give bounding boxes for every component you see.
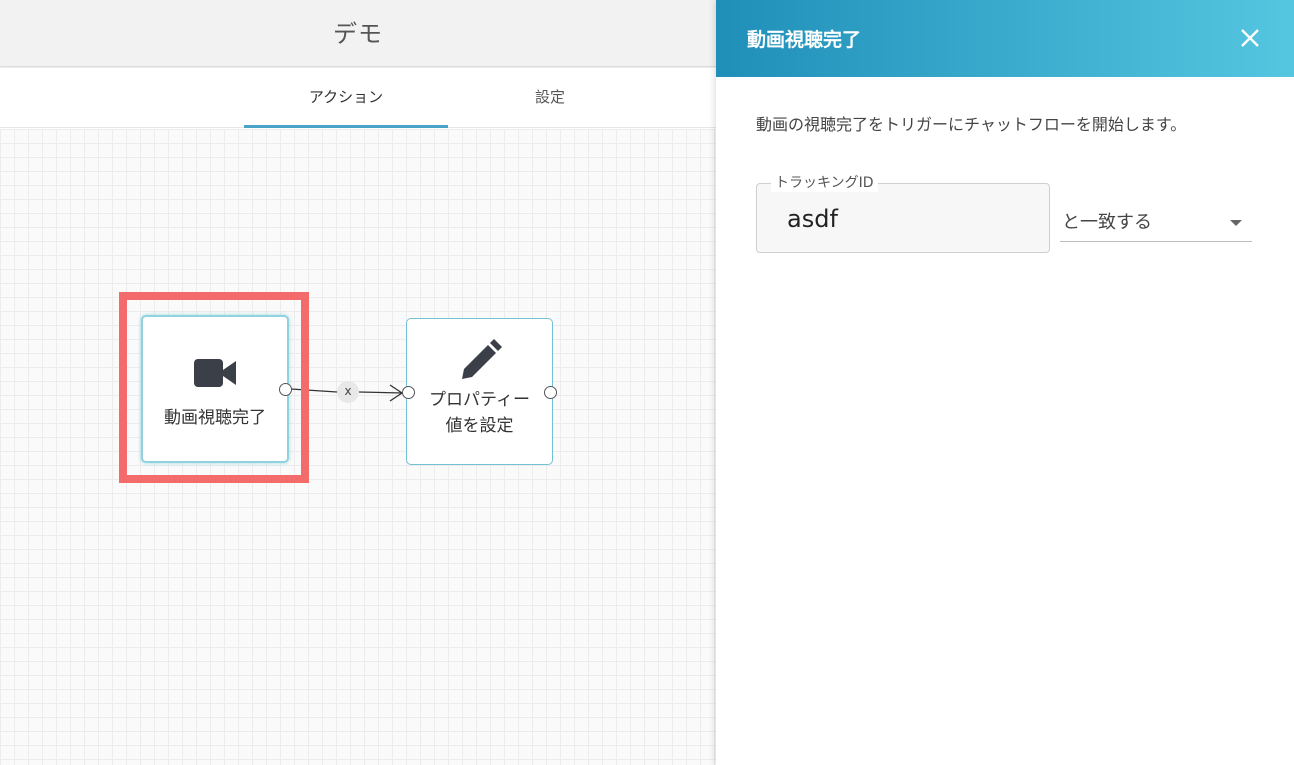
input-port[interactable] — [402, 386, 415, 399]
top-bar: デモ — [0, 0, 716, 67]
video-camera-icon — [193, 355, 237, 391]
panel-description: 動画の視聴完了をトリガーにチャットフローを開始します。 — [756, 115, 1187, 134]
node-label-line-1: プロパティー — [429, 390, 530, 410]
action-node-set-property[interactable]: プロパティー 値を設定 — [406, 318, 553, 465]
output-port[interactable] — [544, 386, 557, 399]
node-settings-panel: 動画視聴完了 動画の視聴完了をトリガーにチャットフローを開始します。 トラッキン… — [716, 0, 1294, 765]
panel-header: 動画視聴完了 — [716, 0, 1294, 77]
tracking-id-field: トラッキングID — [756, 174, 1050, 253]
pencil-icon — [458, 339, 502, 383]
active-tab-indicator — [244, 125, 448, 128]
tracking-id-label: トラッキングID — [771, 174, 878, 192]
caret-down-icon — [1230, 220, 1242, 226]
tab-actions[interactable]: アクション — [244, 68, 448, 128]
tab-bar: アクション 設定 — [0, 68, 716, 128]
node-label-line-2: 値を設定 — [445, 416, 514, 436]
flow-editor: デモ アクション 設定 動画視聴完了 プロパティー 値を設定 x — [0, 0, 716, 765]
edge-delete-button[interactable]: x — [337, 381, 359, 403]
panel-title: 動画視聴完了 — [747, 29, 862, 51]
node-label: プロパティー 値を設定 — [429, 387, 530, 439]
tab-settings[interactable]: 設定 — [450, 68, 650, 128]
tracking-id-input[interactable] — [787, 202, 1037, 236]
node-label: 動画視聴完了 — [164, 408, 266, 428]
match-condition-value: と一致する — [1062, 212, 1152, 233]
match-condition-select[interactable]: と一致する — [1060, 200, 1252, 242]
output-port[interactable] — [279, 383, 292, 396]
close-icon[interactable] — [1236, 24, 1264, 52]
page-title: デモ — [333, 20, 383, 48]
trigger-node-video-complete[interactable]: 動画視聴完了 — [141, 315, 289, 463]
flow-canvas[interactable] — [0, 129, 716, 765]
